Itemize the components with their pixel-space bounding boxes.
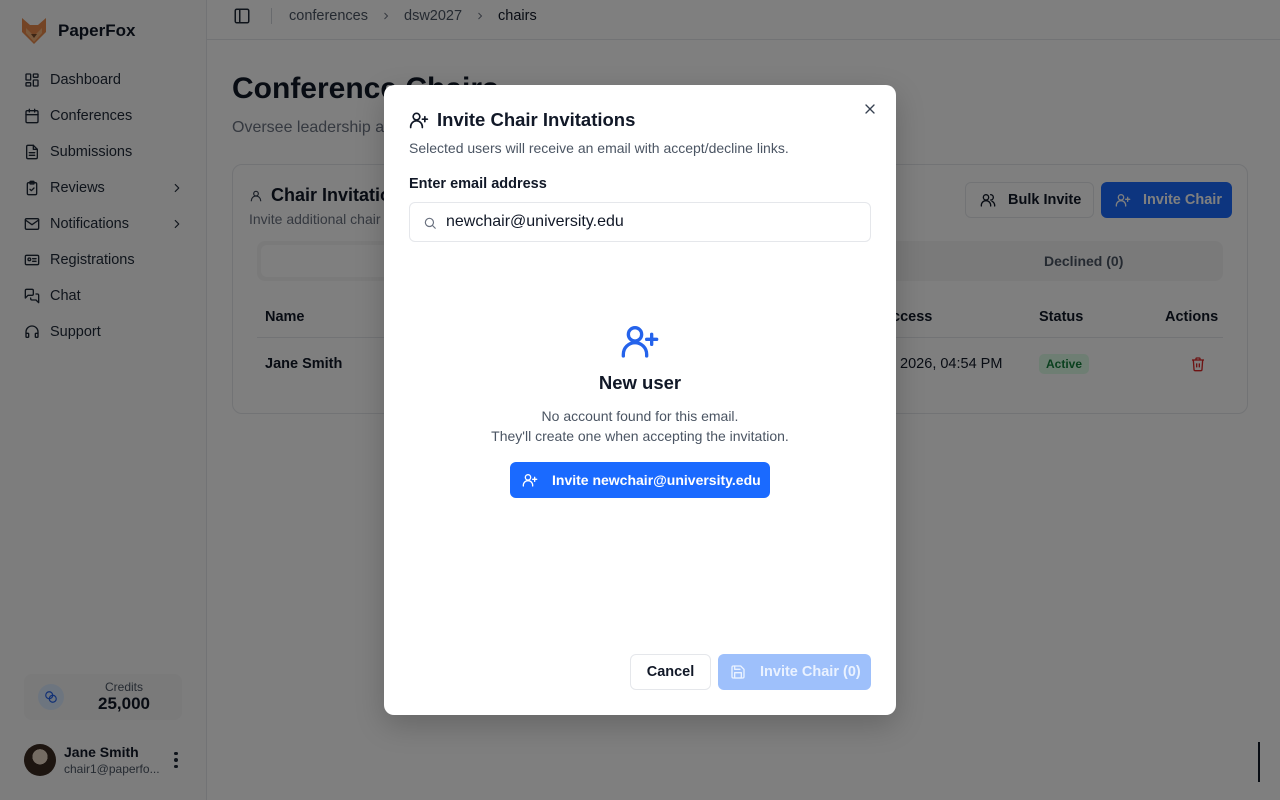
user-plus-icon	[620, 321, 660, 361]
user-plus-icon	[522, 474, 538, 487]
submit-invite-button[interactable]: Invite Chair (0)	[718, 654, 871, 690]
user-plus-icon	[409, 112, 429, 129]
dialog-description: Selected users will receive an email wit…	[409, 140, 789, 156]
invite-new-user-label: Invite newchair@university.edu	[552, 472, 761, 488]
dialog-title: Invite Chair Invitations	[409, 109, 635, 131]
new-user-message: No account found for this email.	[541, 408, 739, 424]
new-user-title: New user	[598, 372, 682, 393]
submit-invite-label: Invite Chair (0)	[760, 664, 861, 680]
email-label: Enter email address	[409, 176, 547, 192]
close-button[interactable]	[862, 101, 878, 117]
save-icon	[731, 665, 745, 679]
cancel-button[interactable]: Cancel	[630, 654, 711, 690]
email-input[interactable]	[446, 203, 856, 241]
dialog-title-text: Invite Chair Invitations	[437, 109, 636, 130]
new-user-hint: They'll create one when accepting the in…	[491, 428, 789, 444]
invite-chair-dialog: Invite Chair Invitations Selected users …	[384, 85, 896, 715]
invite-new-user-button[interactable]: Invite newchair@university.edu	[510, 462, 770, 498]
search-icon	[424, 217, 436, 229]
close-icon	[865, 104, 875, 114]
email-search-field[interactable]	[409, 202, 871, 242]
